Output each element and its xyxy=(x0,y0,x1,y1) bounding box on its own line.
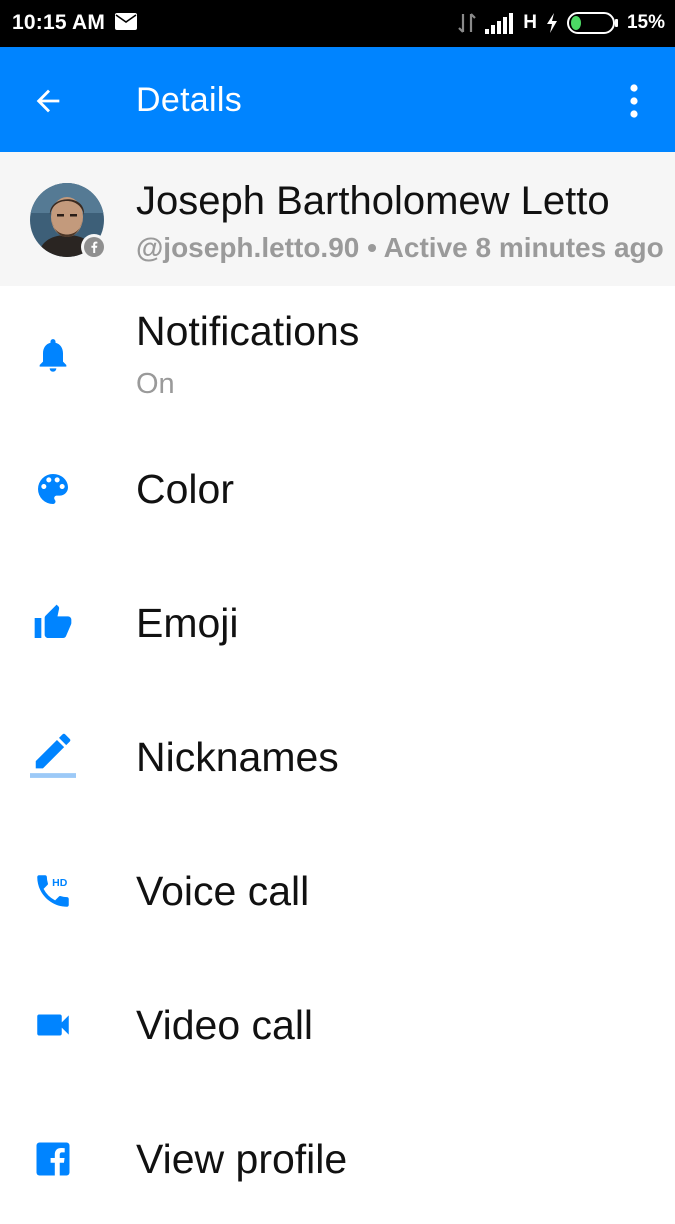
settings-item-label: Nicknames xyxy=(136,734,339,780)
profile-status: Active 8 minutes ago xyxy=(383,232,664,263)
charging-icon xyxy=(546,13,557,33)
profile-username: @joseph.letto.90 xyxy=(136,232,360,263)
settings-item-view-profile[interactable]: View profile xyxy=(0,1090,675,1224)
avatar[interactable] xyxy=(30,183,107,260)
settings-item-label: Notifications xyxy=(136,308,360,354)
profile-subtitle: @joseph.letto.90 • Active 8 minutes ago xyxy=(136,232,664,264)
settings-item-voice-call[interactable]: HD Voice call xyxy=(0,822,675,956)
status-icons: H 15% xyxy=(457,10,665,36)
settings-item-notifications[interactable]: Notifications On xyxy=(0,286,675,420)
settings-item-label: Voice call xyxy=(136,868,310,914)
video-camera-icon xyxy=(30,1002,76,1048)
svg-text:HD: HD xyxy=(52,877,68,889)
settings-item-label: Emoji xyxy=(136,600,239,646)
battery-icon xyxy=(566,12,618,34)
pencil-icon xyxy=(30,730,76,778)
settings-item-label: Video call xyxy=(136,1002,314,1048)
facebook-badge-icon xyxy=(81,234,107,260)
profile-separator: • xyxy=(359,232,384,263)
page-title: Details xyxy=(136,81,243,119)
settings-item-label: Color xyxy=(136,466,234,512)
settings-item-value: On xyxy=(136,368,175,400)
settings-item-video-call[interactable]: Video call xyxy=(0,956,675,1090)
thumbs-up-icon xyxy=(30,600,76,646)
more-options-button[interactable] xyxy=(619,77,649,125)
status-time: 10:15 AM xyxy=(12,11,106,34)
battery-percent: 15% xyxy=(626,12,665,33)
profile-header[interactable]: Joseph Bartholomew Letto @joseph.letto.9… xyxy=(0,152,675,286)
signal-icon xyxy=(485,13,514,34)
mail-icon xyxy=(115,13,137,30)
arrow-back-icon[interactable] xyxy=(31,84,65,118)
settings-item-emoji[interactable]: Emoji xyxy=(0,554,675,688)
hd-phone-icon: HD xyxy=(30,868,76,914)
settings-item-nicknames[interactable]: Nicknames xyxy=(0,688,675,822)
network-type: H xyxy=(523,12,537,33)
back-button[interactable] xyxy=(22,75,74,127)
settings-item-color[interactable]: Color xyxy=(0,420,675,554)
more-vert-icon[interactable] xyxy=(629,84,639,118)
data-transfer-icon xyxy=(458,13,477,33)
settings-item-label: View profile xyxy=(136,1136,348,1182)
profile-name: Joseph Bartholomew Letto xyxy=(136,179,610,223)
status-bar: 10:15 AM H 15% xyxy=(0,0,675,47)
bell-icon xyxy=(30,332,76,378)
facebook-icon xyxy=(30,1136,76,1182)
palette-icon xyxy=(30,466,76,512)
app-bar: Details xyxy=(0,47,675,152)
